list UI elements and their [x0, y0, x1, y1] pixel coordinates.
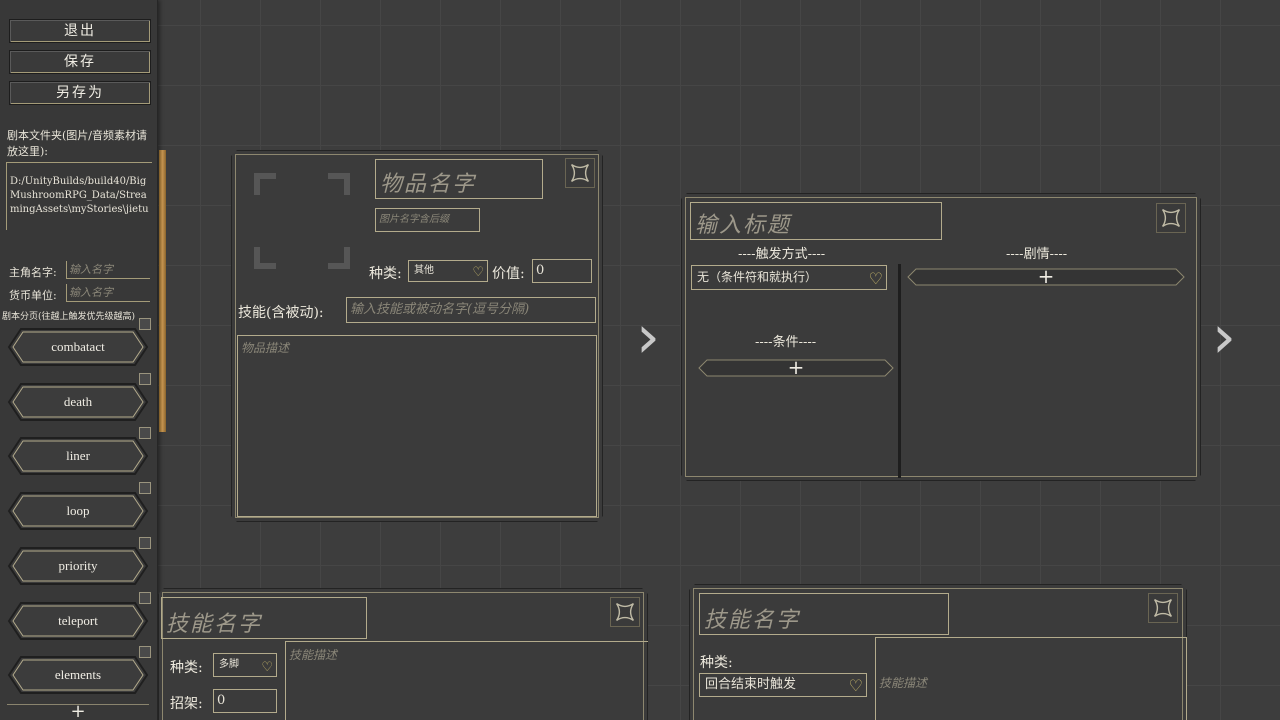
item-close-button[interactable]	[565, 158, 595, 188]
skill-parry-input[interactable]: 0	[213, 689, 277, 713]
trigger-dropdown[interactable]: 无（条件符和就执行） ♡	[691, 265, 887, 290]
chapter-label: teleport	[58, 612, 98, 628]
dropdown-heart-icon: ♡	[261, 660, 273, 675]
plot-header: ----剧情----	[1006, 247, 1068, 262]
image-placeholder-icon[interactable]	[254, 173, 350, 269]
item-node[interactable]: 物品名字 图片名字含后缀 种类: 其他 ♡ 价值: 0 技能(含被动): 输入技…	[231, 150, 603, 522]
item-image-input[interactable]: 图片名字含后缀	[375, 208, 480, 232]
folder-label: 剧本文件夹(图片/音频素材请放这里):	[7, 129, 147, 158]
currency-label: 货币单位:	[9, 289, 57, 302]
item-skill-label: 技能(含被动):	[238, 305, 324, 321]
skill-node-left[interactable]: 技能名字 种类: 多脚 ♡ 技能描述 招架: 0	[158, 588, 648, 720]
chapter-item[interactable]: elements	[7, 646, 151, 696]
chapter-label: priority	[58, 557, 98, 573]
skill-type-value: 多脚	[219, 659, 239, 670]
item-price-label: 价值:	[492, 266, 525, 282]
chapter-label: death	[63, 393, 93, 409]
protagonist-label: 主角名字:	[9, 266, 57, 279]
dropdown-heart-icon: ♡	[848, 676, 863, 695]
skill-parry-label: 招架:	[170, 696, 203, 712]
skill-name-input[interactable]: 技能名字	[161, 597, 367, 639]
chapter-item[interactable]: priority	[7, 536, 151, 587]
connector-arrow-icon: ›	[636, 302, 660, 372]
skill-type-dropdown[interactable]: 多脚 ♡	[213, 653, 277, 677]
event-close-button[interactable]	[1156, 203, 1186, 233]
dropdown-heart-icon: ♡	[472, 265, 484, 280]
item-type-dropdown[interactable]: 其他 ♡	[408, 260, 488, 282]
skill-trigger-dropdown[interactable]: 回合结束时触发 ♡	[699, 673, 867, 697]
skill-close-button[interactable]	[1148, 593, 1178, 623]
chapter-close-icon[interactable]	[139, 427, 151, 440]
close-icon	[1149, 594, 1177, 622]
chapter-label: combatact	[51, 339, 105, 354]
item-description-input[interactable]: 物品描述	[237, 335, 597, 517]
chapters-label: 剧本分页(往越上触发优先级越高)	[2, 312, 136, 322]
chapter-close-icon[interactable]	[139, 372, 151, 385]
close-icon	[566, 159, 594, 187]
folder-path-field[interactable]: D:/UnityBuilds/build40/BigMushroomRPG_Da…	[6, 162, 152, 230]
protagonist-input[interactable]: 输入名字	[66, 261, 150, 279]
skill-type-value: 回合结束时触发	[705, 677, 797, 692]
chapter-item[interactable]: death	[7, 372, 151, 423]
skill-description-input[interactable]: 技能描述	[285, 641, 649, 720]
chapter-label: loop	[66, 503, 90, 519]
chapter-close-icon[interactable]	[139, 536, 151, 549]
add-chapter-button[interactable]: +	[7, 703, 149, 720]
sidebar: 退出 保存 另存为 剧本文件夹(图片/音频素材请放这里): D:/UnityBu…	[0, 0, 158, 720]
sidebar-scrollbar[interactable]	[159, 150, 166, 432]
item-type-value: 其他	[414, 265, 434, 276]
add-plot-label: +	[1037, 264, 1055, 288]
skill-close-button[interactable]	[610, 597, 640, 627]
chapter-close-icon[interactable]	[139, 646, 151, 659]
event-title-input[interactable]: 输入标题	[690, 202, 942, 240]
chapter-item[interactable]: loop	[7, 482, 151, 532]
save-as-button[interactable]: 另存为	[9, 81, 151, 105]
skill-type-label: 种类:	[170, 660, 203, 676]
save-button[interactable]: 保存	[9, 50, 151, 74]
exit-button[interactable]: 退出	[9, 19, 151, 43]
skill-type-label: 种类:	[700, 655, 733, 671]
item-price-input[interactable]: 0	[532, 259, 592, 283]
add-condition-button[interactable]: +	[697, 358, 895, 378]
item-skill-input[interactable]: 输入技能或被动名字(逗号分隔)	[346, 297, 596, 323]
chapter-label: liner	[66, 448, 90, 464]
chapter-label: elements	[54, 667, 102, 683]
close-icon	[611, 598, 639, 626]
item-type-label: 种类:	[369, 266, 402, 282]
connector-arrow-icon: ›	[1212, 302, 1236, 372]
trigger-value: 无（条件符和就执行）	[697, 270, 818, 284]
condition-header: ----条件----	[755, 335, 817, 350]
skill-description-input[interactable]: 技能描述	[875, 637, 1187, 720]
skill-name-input[interactable]: 技能名字	[699, 593, 949, 635]
event-node[interactable]: 输入标题 ----触发方式---- ----剧情---- 无（条件符和就执行） …	[681, 193, 1201, 481]
dropdown-heart-icon: ♡	[868, 269, 883, 288]
chapter-item[interactable]: teleport	[7, 591, 151, 642]
trigger-header: ----触发方式----	[738, 247, 826, 262]
item-name-input[interactable]: 物品名字	[375, 159, 543, 199]
close-icon	[1157, 204, 1185, 232]
chapter-close-icon[interactable]	[139, 591, 151, 604]
chapter-close-icon[interactable]	[139, 318, 151, 330]
skill-node-right[interactable]: 技能名字 种类: 回合结束时触发 ♡ 技能描述	[689, 584, 1187, 720]
column-divider	[898, 264, 901, 478]
add-condition-label: +	[787, 355, 805, 379]
currency-input[interactable]: 输入名字	[66, 284, 150, 302]
chapter-close-icon[interactable]	[139, 482, 151, 495]
chapter-item[interactable]: liner	[7, 427, 151, 477]
add-plot-button[interactable]: +	[906, 267, 1186, 287]
chapter-item[interactable]: combatact	[7, 318, 151, 368]
